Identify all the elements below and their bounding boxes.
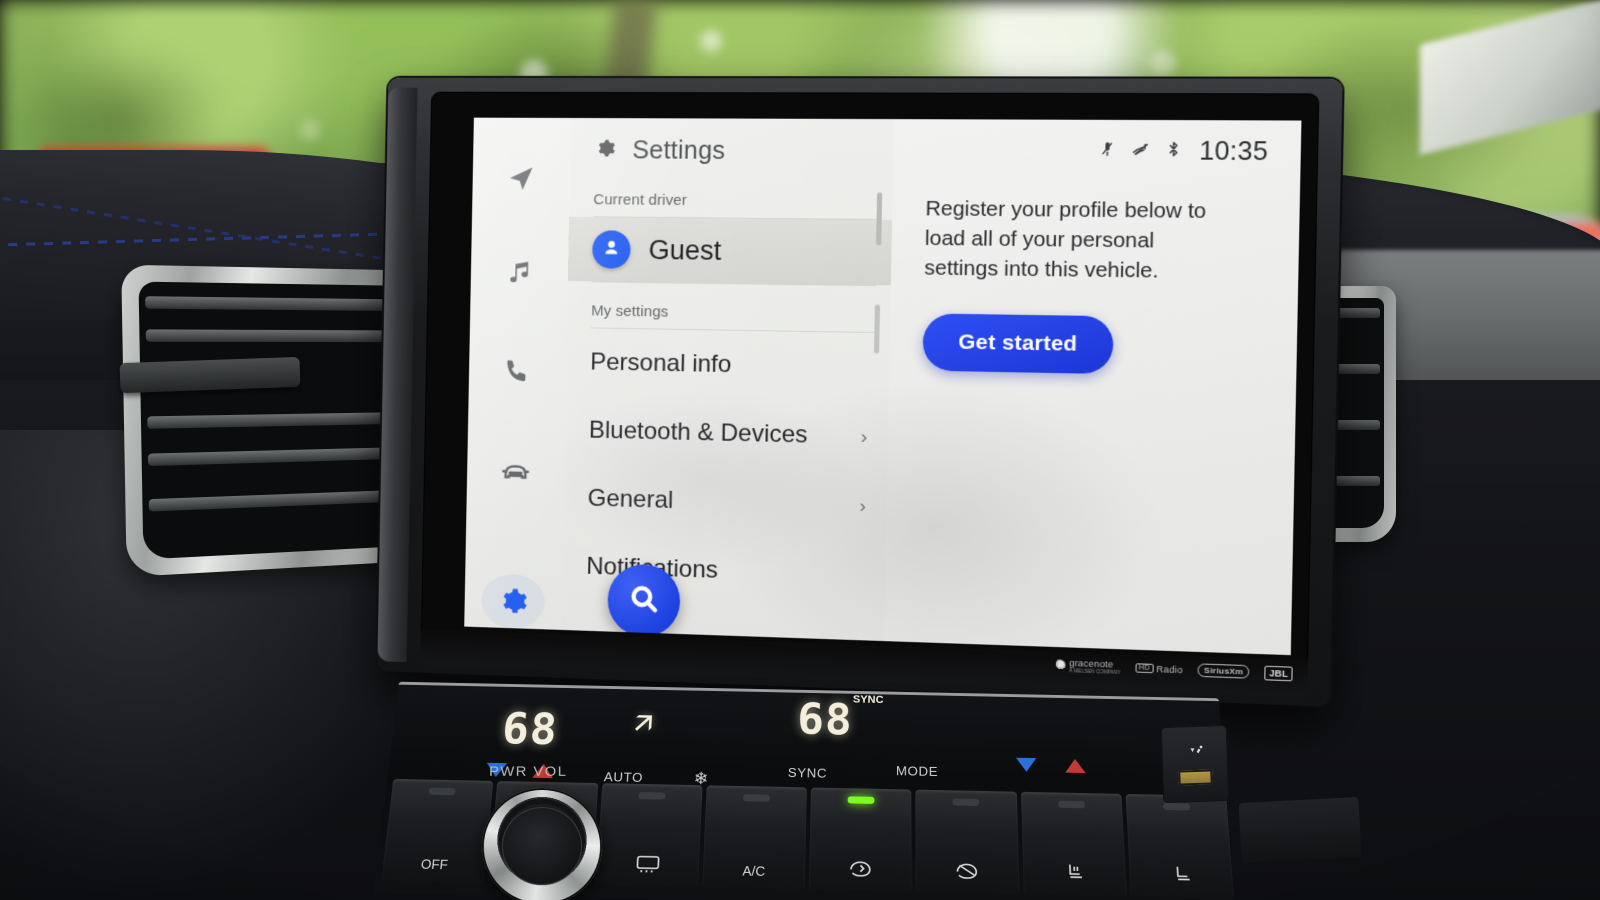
led-indicator [952, 798, 980, 807]
menu-item-label: Bluetooth & Devices [588, 416, 808, 449]
menu-item-bluetooth-devices[interactable]: Bluetooth & Devices › [564, 396, 888, 472]
menu-item-general[interactable]: General › [563, 464, 887, 541]
phone-icon [502, 356, 532, 386]
label-mode: MODE [895, 763, 939, 780]
recirculate-icon [847, 857, 874, 882]
chevron-right-icon: › [860, 425, 868, 448]
gracenote-logo: gracenote A NIELSEN COMPANY [1054, 657, 1121, 675]
led-indicator [1162, 802, 1191, 811]
car-icon [500, 455, 530, 486]
menu-item-label: General [587, 484, 674, 514]
avatar [592, 230, 631, 269]
climate-button-seat-heater[interactable] [1020, 791, 1127, 898]
bokeh-highlight [300, 120, 320, 140]
profile-row-guest[interactable]: Guest [567, 217, 893, 286]
knob-face [501, 807, 583, 886]
usb-slot [1178, 768, 1213, 786]
bokeh-highlight [700, 30, 722, 52]
climate-button-seat-cooler[interactable] [1125, 793, 1235, 900]
vent-louver [145, 329, 419, 343]
bokeh-highlight [1150, 50, 1176, 76]
page-title: Settings [632, 136, 726, 165]
content-panel: 10:35 Register your profile below to loa… [883, 119, 1302, 656]
gear-icon [594, 137, 617, 164]
section-label-current-driver: Current driver [593, 191, 688, 210]
scrollbar-thumb[interactable] [876, 192, 883, 246]
sidebar-item-settings[interactable] [480, 573, 546, 630]
airflow-mode-indicator: 🡭 [632, 706, 655, 740]
led-indicator [637, 791, 665, 800]
fresh-air-icon [954, 859, 982, 884]
seat-heater-icon [1060, 861, 1088, 886]
bluetooth-icon[interactable] [1164, 140, 1184, 164]
climate-button-label: A/C [742, 862, 766, 880]
hd-badge: HD [1135, 663, 1154, 674]
led-indicator [1057, 800, 1085, 809]
passenger-temperature: 68 [796, 694, 853, 746]
power-volume-knob[interactable] [480, 788, 604, 900]
register-profile-message: Register your profile below to load all … [924, 196, 1207, 283]
menu-item-personal-info[interactable]: Personal info [566, 328, 890, 403]
seat-cooler-icon [1167, 863, 1196, 888]
profile-name: Guest [648, 234, 722, 266]
brand-logos: gracenote A NIELSEN COMPANY HD Radio Sir… [1054, 657, 1293, 681]
status-clock: 10:35 [1198, 136, 1269, 167]
person-icon [600, 236, 623, 263]
led-indicator [428, 787, 456, 796]
hd-radio-logo: HD Radio [1135, 663, 1183, 675]
gracenote-sublabel: A NIELSEN COMPANY [1068, 668, 1121, 676]
infotainment-photo-scene: Settings Current driver Guest My setting… [0, 0, 1600, 900]
hd-radio-label: Radio [1156, 663, 1183, 675]
panel-header: Settings [570, 118, 894, 167]
vent-louver [145, 296, 418, 312]
settings-list-panel: Settings Current driver Guest My setting… [561, 117, 895, 642]
climate-button-ac[interactable]: A/C [701, 785, 807, 891]
rear-defrost-icon [633, 852, 661, 877]
scrollbar-thumb-secondary[interactable] [873, 304, 881, 354]
sidebar-item-media[interactable] [487, 245, 551, 299]
climate-button-label: OFF [420, 856, 449, 873]
sidebar-item-navigation[interactable] [489, 152, 553, 206]
sidebar-item-vehicle[interactable] [483, 443, 547, 498]
passenger-temp-down-arrow[interactable] [1015, 757, 1037, 773]
driver-temperature: 68 [499, 704, 560, 756]
passenger-temp-up-arrow[interactable] [1064, 758, 1086, 774]
usb-icon [1182, 743, 1207, 765]
chevron-right-icon: › [859, 495, 867, 517]
menu-item-label: Personal info [589, 348, 732, 379]
power-volume-knob-assembly: PWR VOL [468, 764, 631, 900]
navigation-arrow-icon [506, 163, 536, 193]
auxiliary-buttons[interactable] [1238, 796, 1362, 864]
touchscreen-display[interactable]: Settings Current driver Guest My setting… [464, 117, 1302, 656]
label-sync: SYNC [787, 764, 828, 781]
siriusxm-logo: SiriusXm [1197, 663, 1250, 679]
led-indicator-active [847, 796, 875, 804]
usb-port[interactable] [1160, 724, 1230, 804]
get-started-button[interactable]: Get started [922, 313, 1114, 375]
vent-louver [147, 411, 420, 429]
mic-muted-icon[interactable] [1098, 139, 1118, 163]
status-bar: 10:35 [893, 119, 1301, 167]
music-note-icon [504, 257, 534, 287]
search-icon [627, 582, 660, 620]
climate-button-recirculate[interactable] [808, 787, 912, 893]
gracenote-mark-icon [1054, 659, 1067, 672]
gear-icon [498, 586, 528, 617]
jbl-logo: JBL [1264, 665, 1293, 681]
vent-adjuster-knob[interactable] [119, 356, 301, 394]
infotainment-head-unit: Settings Current driver Guest My setting… [377, 77, 1343, 707]
led-indicator [742, 794, 770, 802]
climate-button-fresh-air[interactable] [915, 789, 1020, 895]
voice-off-icon[interactable] [1131, 140, 1151, 164]
app-rail [464, 117, 571, 630]
vent-louver [147, 446, 421, 467]
knob-label: PWR VOL [488, 763, 568, 780]
section-label-my-settings: My settings [591, 302, 669, 321]
sync-indicator: SYNC [852, 693, 884, 706]
sidebar-item-phone[interactable] [485, 344, 549, 399]
